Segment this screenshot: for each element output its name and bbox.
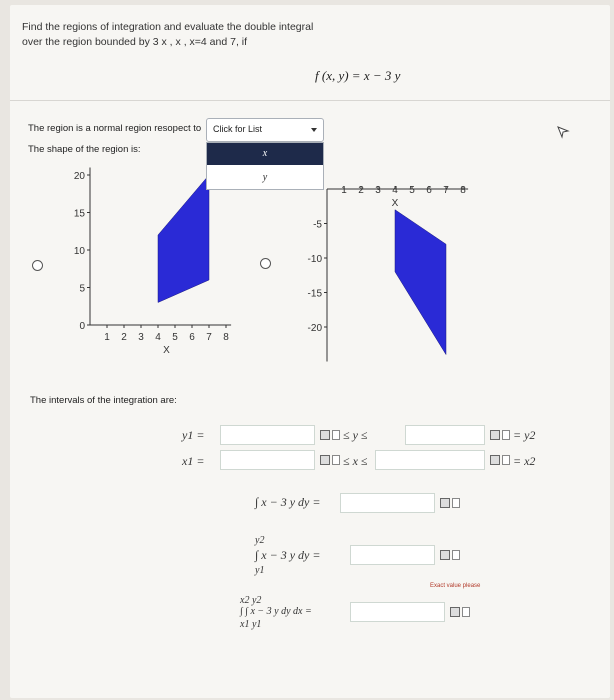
file-icon[interactable]: [462, 607, 470, 617]
region-polygon: [157, 174, 210, 303]
x-tick-label: 4: [155, 332, 161, 343]
x-tick-label: 4: [392, 185, 398, 196]
x-axis-label: X: [163, 345, 170, 356]
x-tick-label: 5: [409, 185, 415, 196]
y-tick-label: -20: [308, 323, 323, 334]
divider: [10, 100, 610, 101]
double-lower: x1 y1: [240, 619, 262, 630]
x1-input[interactable]: [220, 450, 315, 470]
cursor-icon: [557, 126, 570, 139]
x-tick-label: 3: [375, 185, 381, 196]
shape-label: The shape of the region is:: [28, 144, 141, 155]
file-icon[interactable]: [502, 455, 510, 465]
calc-icon[interactable]: [440, 550, 450, 560]
file-icon[interactable]: [332, 455, 340, 465]
x-tick-label: 5: [172, 332, 178, 343]
definite-lower: y1: [255, 565, 265, 576]
y-tick-label: 20: [74, 171, 86, 182]
y-tick-label: 15: [74, 209, 86, 220]
double-integral-input[interactable]: [350, 602, 445, 622]
definite-upper: y2: [255, 535, 265, 546]
calc-icon[interactable]: [320, 455, 330, 465]
region-graph-1[interactable]: 201510501 2 3 4 5 6 7 8X: [50, 165, 260, 365]
question-page: Find the regions of integration and eval…: [10, 5, 610, 698]
y-tick-label: 5: [79, 284, 85, 295]
problem-line-2: over the region bounded by 3 x , x , x=4…: [22, 36, 248, 48]
x-tick-label: 2: [358, 185, 364, 196]
file-icon[interactable]: [332, 430, 340, 440]
shape-radio-1[interactable]: [32, 260, 43, 271]
calc-icon[interactable]: [450, 607, 460, 617]
y2-input[interactable]: [405, 425, 485, 445]
normal-region-label: The region is a normal region resopect t…: [28, 123, 202, 134]
x-tick-label: 1: [104, 332, 110, 343]
dropdown-value: Click for List: [213, 124, 263, 134]
definite-integral-input[interactable]: [350, 545, 435, 565]
x-tick-label: 1: [341, 185, 347, 196]
calc-icon[interactable]: [440, 498, 450, 508]
x-tick-label: 3: [138, 332, 144, 343]
definite-integral-label: ∫ x − 3 y dy =: [255, 548, 321, 562]
x-tick-label: 7: [443, 185, 449, 196]
intervals-label: The intervals of the integration are:: [30, 395, 177, 406]
dropdown-option-x[interactable]: x: [207, 143, 323, 165]
x-inequality: ≤ x ≤: [343, 454, 368, 468]
file-icon[interactable]: [452, 498, 460, 508]
double-upper: x2 y2: [240, 595, 262, 606]
y1-label: y1 =: [182, 428, 205, 442]
calc-icon[interactable]: [320, 430, 330, 440]
chevron-down-icon: [311, 128, 317, 132]
y-inequality: ≤ y ≤: [343, 428, 368, 442]
y-tick-label: -5: [313, 220, 322, 231]
inner-integral-label: ∫ x − 3 y dy =: [255, 495, 321, 509]
x1-label: x1 =: [182, 454, 205, 468]
function-definition: f (x, y) = x − 3 y: [315, 68, 401, 83]
y2-label: = y2: [513, 428, 536, 442]
y1-input[interactable]: [220, 425, 315, 445]
shape-radio-2[interactable]: [260, 258, 271, 269]
y-tick-label: 0: [79, 321, 85, 332]
dropdown-menu: x y: [206, 142, 324, 190]
x-tick-label: 6: [189, 332, 195, 343]
region-graph-2[interactable]: -5 -10 -15 -20 1 2 3 4 5 6 7 8 X: [282, 175, 482, 365]
x-tick-label: 8: [460, 185, 466, 196]
calc-icon[interactable]: [490, 430, 500, 440]
region-type-dropdown[interactable]: Click for List: [206, 118, 324, 142]
y-tick-label: 10: [74, 246, 86, 257]
file-icon[interactable]: [502, 430, 510, 440]
x-tick-label: 2: [121, 332, 127, 343]
double-integral-label: ∫ ∫ x − 3 y dy dx =: [240, 606, 312, 617]
calc-icon[interactable]: [490, 455, 500, 465]
problem-line-1: Find the regions of integration and eval…: [22, 21, 314, 33]
x-tick-label: 6: [426, 185, 432, 196]
x2-label: = x2: [513, 454, 536, 468]
x-tick-label: 7: [206, 332, 212, 343]
x2-input[interactable]: [375, 450, 485, 470]
inner-integral-input[interactable]: [340, 493, 435, 513]
x-axis-label: X: [392, 198, 399, 209]
y-tick-label: -15: [308, 289, 323, 300]
dropdown-option-y[interactable]: y: [207, 168, 323, 188]
region-polygon: [394, 209, 447, 356]
file-icon[interactable]: [452, 550, 460, 560]
problem-text: Find the regions of integration and eval…: [22, 20, 313, 50]
exact-value-note: Exact value please: [430, 583, 481, 589]
x-tick-label: 8: [223, 332, 229, 343]
y-tick-label: -10: [308, 254, 323, 265]
